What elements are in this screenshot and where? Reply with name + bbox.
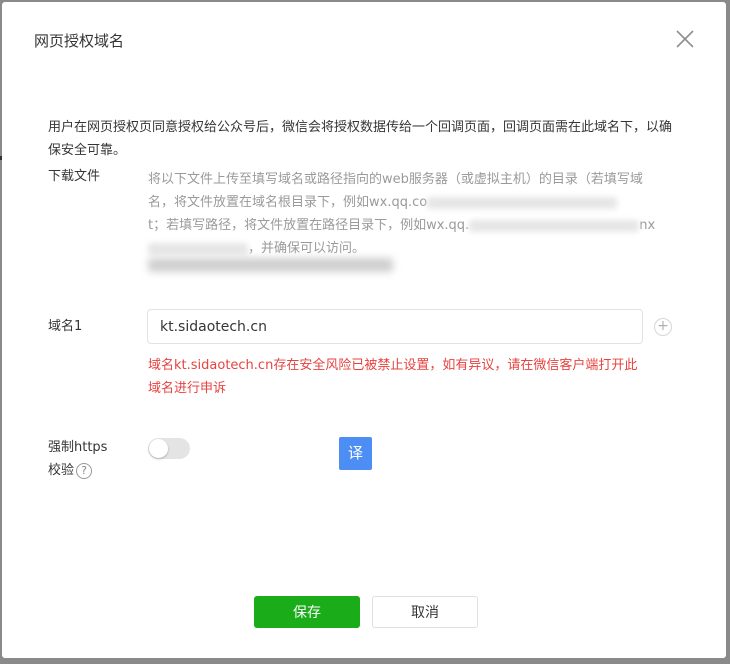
domain-input[interactable] bbox=[147, 309, 643, 344]
download-line-2-text: 名，将文件放置在域名根目录下，例如wx.qq.co bbox=[148, 195, 428, 210]
download-line-4: ，并确保可以访问。 bbox=[148, 237, 688, 260]
download-label: 下载文件 bbox=[48, 169, 101, 184]
question-icon[interactable]: ? bbox=[76, 462, 93, 479]
toggle-knob bbox=[149, 439, 168, 458]
download-file-link[interactable] bbox=[148, 258, 393, 272]
close-button[interactable] bbox=[672, 26, 698, 52]
https-toggle[interactable] bbox=[148, 438, 190, 459]
download-line-3-text: t；若填写路径，将文件放置在路径目录下，例如wx.qq. bbox=[148, 218, 470, 233]
add-domain-button[interactable]: + bbox=[654, 318, 672, 336]
https-label: 强制https 校验? bbox=[48, 436, 107, 482]
download-line-4-text: ，并确保可以访问。 bbox=[248, 241, 366, 256]
plus-icon: + bbox=[657, 318, 669, 334]
intro-text: 用户在网页授权页同意授权给公众号后，微信会将授权数据传给一个回调页面，回调页面需… bbox=[48, 120, 673, 158]
download-line-2: 名，将文件放置在域名根目录下，例如wx.qq.co bbox=[148, 191, 688, 214]
save-button[interactable]: 保存 bbox=[254, 596, 360, 628]
https-label-line-2: 校验? bbox=[48, 459, 107, 482]
download-line-3: t；若填写路径，将文件放置在路径目录下，例如wx.qq. nx bbox=[148, 214, 688, 237]
close-icon bbox=[676, 30, 694, 48]
translate-button[interactable]: 译 bbox=[339, 437, 372, 470]
cancel-button[interactable]: 取消 bbox=[372, 596, 478, 628]
domain-auth-dialog: 网页授权域名 用户在网页授权页同意授权给公众号后，微信会将授权数据传给一个回调页… bbox=[2, 2, 726, 658]
https-label-line-1: 强制https bbox=[48, 440, 108, 455]
redacted-block bbox=[148, 242, 248, 255]
download-instructions: 将以下文件上传至填写域名或路径指向的web服务器（或虚拟主机）的目录（若填写域 … bbox=[148, 168, 688, 260]
redacted-block bbox=[469, 219, 640, 232]
redacted-block bbox=[427, 196, 618, 209]
domain-error-message: 域名kt.sidaotech.cn存在安全风险已被禁止设置，如有异议，请在微信客… bbox=[148, 358, 638, 396]
download-line-1: 将以下文件上传至填写域名或路径指向的web服务器（或虚拟主机）的目录（若填写域 bbox=[148, 172, 643, 187]
https-label-line-2-text: 校验 bbox=[48, 463, 75, 478]
domain-label: 域名1 bbox=[48, 319, 83, 334]
dialog-title: 网页授权域名 bbox=[34, 32, 125, 50]
download-line-3-suffix: nx bbox=[639, 218, 656, 233]
